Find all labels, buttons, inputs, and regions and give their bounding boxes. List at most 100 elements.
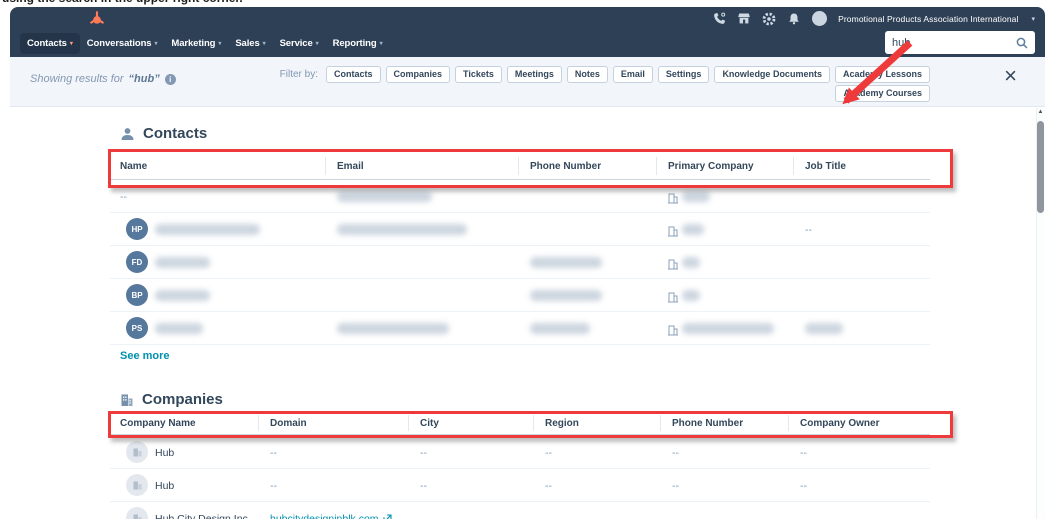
notifications-bell-icon[interactable] <box>787 12 801 26</box>
nav-item-reporting[interactable]: Reporting <box>326 33 390 54</box>
company-name[interactable]: Hub <box>155 469 174 502</box>
company-domain: -- <box>270 446 277 459</box>
contact-job-title: -- <box>805 223 812 236</box>
filter-button-academy-lessons[interactable]: Academy Lessons <box>834 66 930 83</box>
column-divider <box>408 415 409 431</box>
column-divider <box>656 157 657 175</box>
column-divider <box>788 415 789 431</box>
column-divider <box>793 157 794 175</box>
account-name[interactable]: Promotional Products Association Interna… <box>838 14 1018 24</box>
column-header-domain: Domain <box>270 418 307 429</box>
account-avatar[interactable] <box>812 11 828 26</box>
person-icon <box>121 127 134 140</box>
search-input[interactable] <box>892 36 1016 49</box>
contact-avatar: HP <box>126 218 148 240</box>
redacted-email <box>337 323 449 334</box>
filter-button-settings[interactable]: Settings <box>657 66 710 83</box>
info-icon[interactable] <box>164 73 176 85</box>
company-city: -- <box>420 479 427 492</box>
nav-item-service[interactable]: Service <box>273 33 326 54</box>
contact-row[interactable]: FD <box>110 246 930 279</box>
scrollbar-thumb[interactable] <box>1037 121 1044 213</box>
column-header-city: City <box>420 418 439 429</box>
building-icon <box>668 290 678 308</box>
filter-button-notes[interactable]: Notes <box>566 66 608 83</box>
redacted-phone <box>530 323 590 334</box>
filter-button-knowledge-documents[interactable]: Knowledge Documents <box>714 66 830 83</box>
filter-buttons-row-2: Academy Courses <box>835 85 930 102</box>
contact-name: -- <box>120 190 127 203</box>
filter-button-meetings[interactable]: Meetings <box>506 66 562 83</box>
chevron-down-icon <box>218 40 221 47</box>
hubspot-sprocket-logo[interactable] <box>88 10 106 28</box>
company-row[interactable]: Hub -- -- -- -- -- <box>110 469 930 502</box>
redacted-company <box>682 257 700 268</box>
nav-item-marketing[interactable]: Marketing <box>164 33 228 54</box>
column-divider <box>518 157 519 175</box>
contacts-section-heading: Contacts <box>120 125 207 142</box>
calling-icon[interactable] <box>712 12 726 26</box>
top-navbar: Promotional Products Association Interna… <box>10 7 1045 57</box>
contact-avatar: PS <box>126 317 148 339</box>
nav-label: Service <box>279 38 313 49</box>
column-header-phone: Phone Number <box>530 161 602 172</box>
redacted-phone <box>530 290 602 301</box>
company-name[interactable]: Hub City Design Inc <box>155 502 248 519</box>
building-icon <box>668 323 678 341</box>
company-name[interactable]: Hub <box>155 436 174 469</box>
external-link-icon <box>383 514 392 519</box>
redacted-name <box>155 257 210 268</box>
redacted-email <box>337 191 432 202</box>
filter-button-tickets[interactable]: Tickets <box>455 66 502 83</box>
redacted-name <box>155 323 203 334</box>
column-header-company-name: Company Name <box>120 418 196 429</box>
showing-results-text: Showing results for “hub” <box>30 73 176 85</box>
contact-row[interactable]: PS <box>110 312 930 345</box>
chevron-down-icon <box>263 40 266 47</box>
contact-avatar: BP <box>126 284 148 306</box>
column-divider <box>258 415 259 431</box>
company-phone: -- <box>672 479 679 492</box>
column-header-region: Region <box>545 418 579 429</box>
filter-button-email[interactable]: Email <box>612 66 653 83</box>
building-icon <box>668 257 678 275</box>
column-divider <box>660 415 661 431</box>
filter-button-contacts[interactable]: Contacts <box>325 66 381 83</box>
search-query-text: “hub” <box>128 73 160 85</box>
nav-label: Reporting <box>332 38 377 49</box>
company-domain-link[interactable]: hubcitydesigninblk.com <box>270 502 392 519</box>
vertical-scrollbar[interactable] <box>1036 107 1045 519</box>
nav-item-conversations[interactable]: Conversations <box>80 33 165 54</box>
tutorial-caption-text: using the search in the upper right corn… <box>2 0 243 5</box>
see-more-link[interactable]: See more <box>120 350 170 362</box>
filter-by-label: Filter by: <box>279 69 318 80</box>
scrollbar-up-arrow-icon[interactable] <box>1037 109 1044 115</box>
filter-buttons-row-1: Filter by: Contacts Companies Tickets Me… <box>280 66 930 83</box>
company-row[interactable]: Hub City Design Inc hubcitydesigninblk.c… <box>110 502 930 519</box>
column-divider <box>325 157 326 175</box>
navbar-right-cluster: Promotional Products Association Interna… <box>712 7 1035 30</box>
showing-results-prefix: Showing results for <box>30 73 124 85</box>
nav-item-sales[interactable]: Sales <box>228 33 272 54</box>
account-chevron-down-icon[interactable] <box>1031 15 1035 23</box>
company-row[interactable]: Hub -- -- -- -- -- <box>110 436 930 469</box>
company-city: -- <box>420 446 427 459</box>
filter-button-companies[interactable]: Companies <box>385 66 451 83</box>
close-icon[interactable] <box>1004 67 1017 86</box>
nav-item-contacts[interactable]: Contacts <box>20 33 80 54</box>
filter-button-academy-courses[interactable]: Academy Courses <box>835 85 930 102</box>
search-icon[interactable] <box>1016 37 1028 49</box>
domain-text: hubcitydesigninblk.com <box>270 512 379 519</box>
contact-row[interactable]: HP -- <box>110 213 930 246</box>
building-icon <box>668 224 678 242</box>
column-header-phone: Phone Number <box>672 418 744 429</box>
contact-avatar: FD <box>126 251 148 273</box>
contact-row[interactable]: BP <box>110 279 930 312</box>
company-avatar <box>126 507 148 519</box>
company-owner: -- <box>800 446 807 459</box>
redacted-email <box>337 224 467 235</box>
contact-row[interactable]: -- <box>110 180 930 213</box>
company-avatar <box>126 441 148 463</box>
settings-gear-icon[interactable] <box>762 12 776 26</box>
marketplace-icon[interactable] <box>737 12 751 26</box>
